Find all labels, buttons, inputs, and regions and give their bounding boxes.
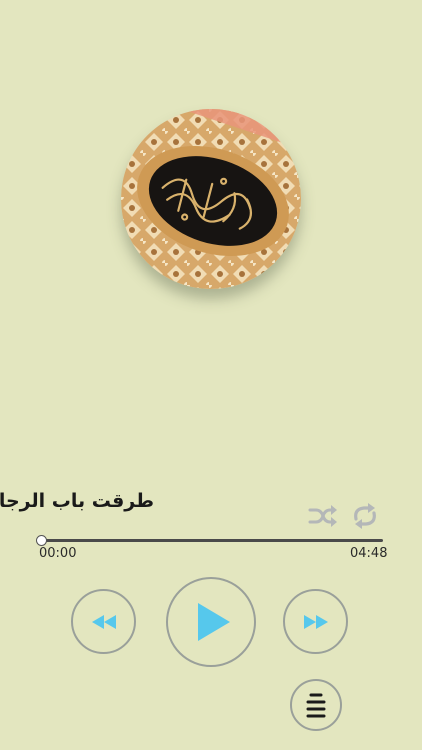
elapsed-time: 00:00 xyxy=(39,546,77,561)
playlist-icon xyxy=(306,693,326,718)
track-title: طرقت باب الرجاء xyxy=(0,490,154,512)
play-icon xyxy=(198,603,230,641)
total-duration: 04:48 xyxy=(350,546,388,561)
rewind-button[interactable] xyxy=(71,589,136,654)
rewind-icon xyxy=(91,614,116,629)
repeat-button[interactable] xyxy=(349,502,381,530)
play-button[interactable] xyxy=(166,577,256,667)
shuffle-button[interactable] xyxy=(307,502,339,530)
quran-cover-image xyxy=(121,109,301,289)
shuffle-icon xyxy=(308,505,337,527)
fast-forward-button[interactable] xyxy=(283,589,348,654)
progress-thumb[interactable] xyxy=(35,535,47,546)
fast-forward-icon xyxy=(303,614,328,629)
repeat-icon xyxy=(354,503,376,529)
album-artwork xyxy=(121,109,301,289)
progress-track[interactable] xyxy=(41,539,383,542)
playlist-button[interactable] xyxy=(290,679,342,731)
